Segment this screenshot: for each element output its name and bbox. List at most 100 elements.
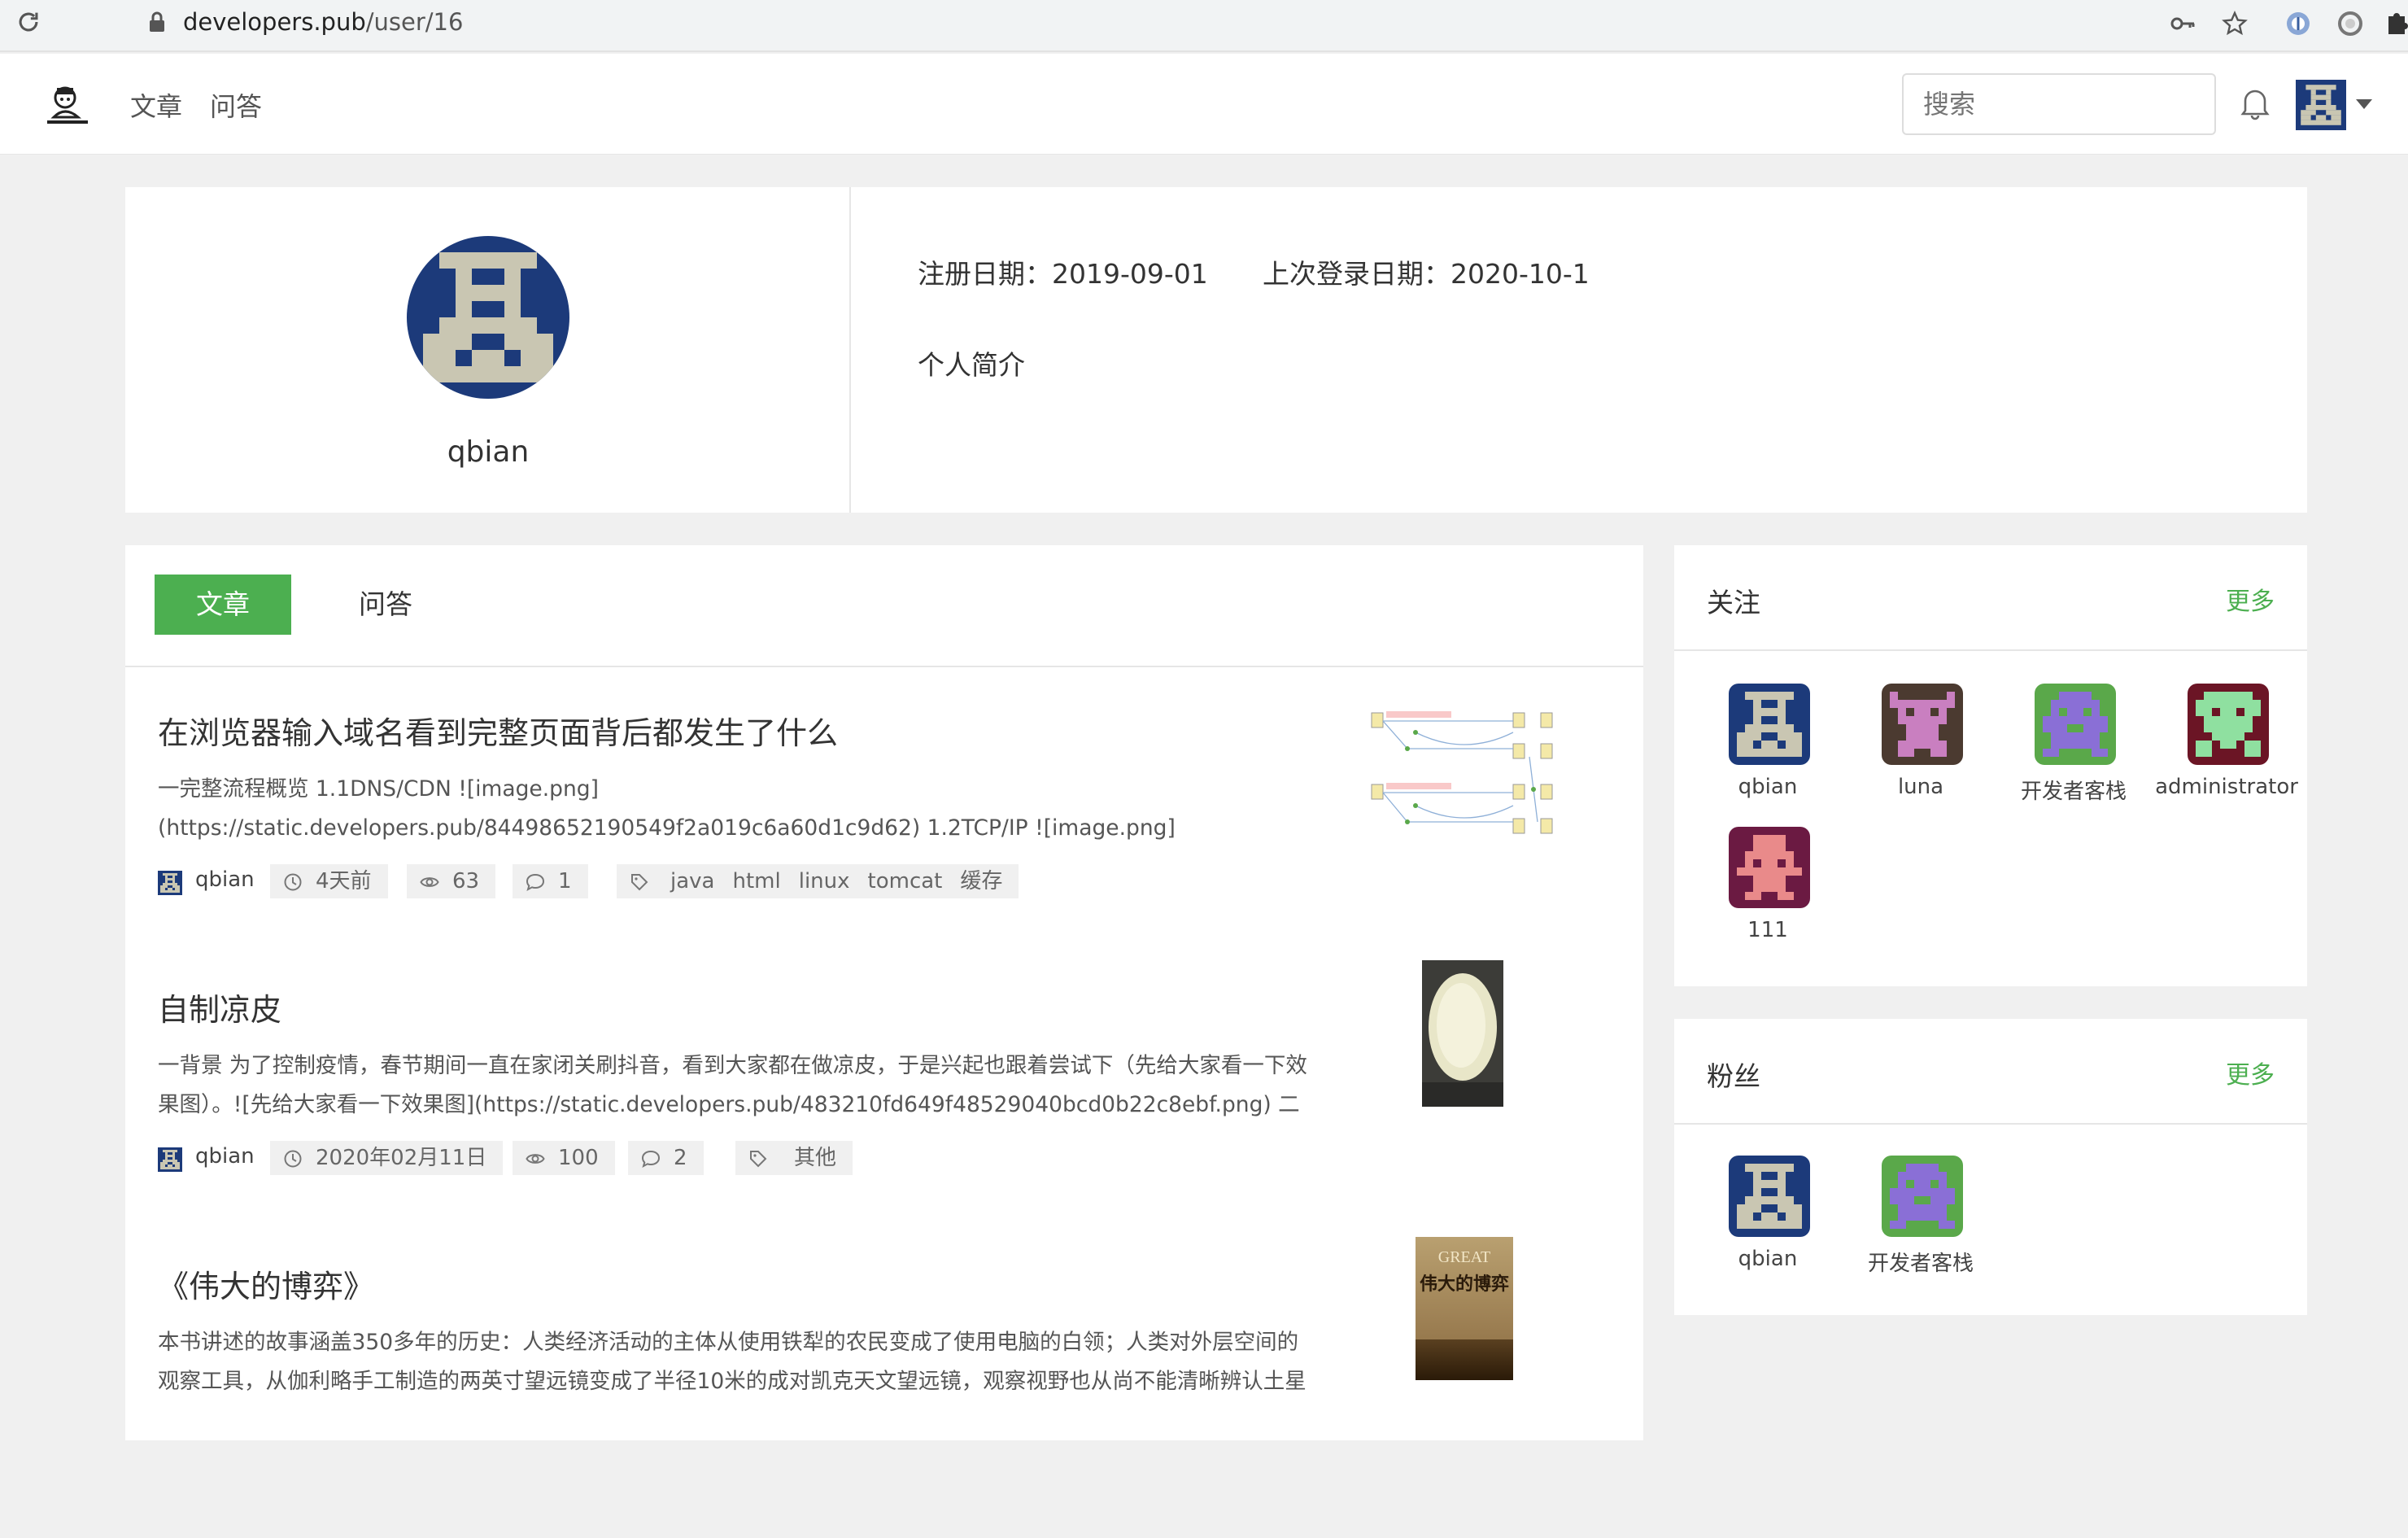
views-badge: 63 — [407, 864, 496, 898]
tag-link[interactable]: 缓存 — [960, 864, 1002, 898]
nav-link-articles[interactable]: 文章 — [130, 86, 182, 124]
user-avatar[interactable] — [2296, 80, 2346, 130]
article-summary: 本书讲述的故事涵盖350多年的历史：人类经济活动的主体从使用铁犁的农民变成了使用… — [158, 1330, 1307, 1394]
author-name[interactable]: qbian — [195, 867, 255, 892]
book-cover[interactable]: GREAT 伟大的博弈 — [1416, 1237, 1513, 1380]
book-cover-title: 伟大的博弈 — [1419, 1274, 1509, 1294]
tag-link[interactable]: tomcat — [868, 864, 943, 898]
following-user[interactable]: qbian — [1690, 684, 1845, 814]
user-avatar[interactable] — [1729, 827, 1810, 908]
article-title[interactable]: 在浏览器输入域名看到完整页面背后都发生了什么 — [158, 708, 838, 753]
article-thumbnail[interactable] — [1367, 708, 1562, 851]
user-avatar[interactable] — [1729, 684, 1810, 765]
time-badge: 2020年02月11日 — [270, 1141, 504, 1175]
comments-count: 1 — [558, 869, 572, 894]
article-title[interactable]: 《伟大的博弈》 — [158, 1261, 374, 1306]
register-date: 注册日期：2019-09-01 — [918, 252, 1208, 291]
user-avatar[interactable] — [2188, 684, 2269, 765]
user-name[interactable]: qbian — [1690, 775, 1845, 799]
nav-link-qa[interactable]: 问答 — [210, 86, 262, 124]
url-path: /user/16 — [365, 8, 464, 36]
time-text: 4天前 — [316, 869, 372, 894]
last-login-date: 上次登录日期：2020-10-1 — [1263, 252, 1590, 291]
user-avatar[interactable] — [2035, 684, 2116, 765]
article-summary: 一背景 为了控制疫情，春节期间一直在家闭关刷抖音，看到大家都在做凉皮，于是兴起也… — [158, 1053, 1307, 1117]
profile-card: qbian 注册日期：2019-09-01 上次登录日期：2020-10-1 个… — [125, 187, 2307, 513]
book-cover-skyline — [1416, 1339, 1513, 1380]
tag-link[interactable]: java — [670, 864, 714, 898]
article-title[interactable]: 自制凉皮 — [158, 985, 281, 1029]
following-user[interactable]: luna — [1843, 684, 1998, 814]
key-icon[interactable] — [2169, 10, 2196, 37]
fan-user[interactable]: 开发者客栈 — [1843, 1156, 1998, 1286]
chevron-down-icon[interactable] — [2356, 99, 2372, 109]
last-login-value: 2020-10-1 — [1450, 258, 1590, 290]
author-avatar[interactable] — [158, 871, 182, 895]
site-header: 文章 问答 — [0, 54, 2408, 155]
comments-count: 2 — [674, 1146, 687, 1170]
profile-identity: qbian — [125, 187, 851, 513]
content-tabs: 文章 问答 — [125, 545, 1643, 667]
fans-card: 粉丝 更多 qbian 开发者客栈 — [1674, 1019, 2307, 1315]
last-login-label: 上次登录日期： — [1263, 258, 1450, 290]
article-thumbnail[interactable] — [1422, 960, 1503, 1107]
tag-icon — [748, 1149, 768, 1169]
register-label: 注册日期： — [918, 258, 1052, 290]
clock-icon — [283, 872, 303, 892]
user-avatar[interactable] — [1882, 684, 1963, 765]
profile-username: qbian — [447, 435, 530, 469]
following-user[interactable]: administrator — [2149, 684, 2304, 814]
register-value: 2019-09-01 — [1052, 258, 1208, 290]
comments-badge[interactable]: 2 — [628, 1141, 704, 1175]
reload-icon[interactable] — [15, 8, 42, 36]
user-name[interactable]: 开发者客栈 — [1843, 1247, 1998, 1277]
lock-icon — [150, 11, 164, 32]
address-bar[interactable]: developers.pub/user/16 — [65, 0, 2148, 46]
comment-icon — [641, 1149, 661, 1169]
user-avatar[interactable] — [1729, 1156, 1810, 1237]
url-host: developers.pub — [183, 8, 366, 36]
following-user[interactable]: 开发者客栈 — [1996, 684, 2151, 814]
user-avatar[interactable] — [1882, 1156, 1963, 1237]
extension-icon[interactable] — [2284, 10, 2312, 37]
fans-more-link[interactable]: 更多 — [2226, 1055, 2275, 1090]
fan-user[interactable]: qbian — [1690, 1156, 1845, 1286]
following-more-link[interactable]: 更多 — [2226, 581, 2275, 617]
browser-toolbar: developers.pub/user/16 — [0, 0, 2408, 52]
profile-bio: 个人简介 — [918, 349, 1025, 381]
profile-avatar — [407, 236, 569, 399]
article-item: 在浏览器输入域名看到完整页面背后都发生了什么 一完整流程概览 1.1DNS/CD… — [125, 708, 1643, 985]
profile-circle-icon[interactable] — [2336, 10, 2364, 37]
fans-header: 粉丝 更多 — [1674, 1019, 2307, 1125]
author-avatar[interactable] — [158, 1147, 182, 1172]
author-name[interactable]: qbian — [195, 1144, 255, 1169]
tab-articles[interactable]: 文章 — [155, 575, 291, 635]
tag-link[interactable]: 其他 — [794, 1141, 836, 1175]
star-icon[interactable] — [2221, 10, 2249, 37]
puzzle-icon[interactable] — [2385, 10, 2408, 37]
user-name[interactable]: 111 — [1690, 918, 1845, 942]
user-name[interactable]: qbian — [1690, 1247, 1845, 1271]
bell-icon[interactable] — [2239, 85, 2271, 120]
tab-qa[interactable]: 问答 — [317, 575, 454, 635]
tags-badge: 其他 — [735, 1141, 853, 1175]
article-item: 自制凉皮 一背景 为了控制疫情，春节期间一直在家闭关刷抖音，看到大家都在做凉皮，… — [125, 960, 1643, 1261]
eye-icon — [526, 1149, 545, 1169]
tag-link[interactable]: html — [732, 864, 780, 898]
site-logo[interactable] — [42, 78, 93, 129]
article-summary: 一完整流程概览 1.1DNS/CDN ![image.png](https://… — [158, 776, 1176, 841]
following-user[interactable]: 111 — [1690, 827, 1845, 957]
following-title: 关注 — [1707, 587, 1760, 618]
tag-link[interactable]: linux — [799, 864, 850, 898]
search-input[interactable] — [1902, 73, 2216, 135]
user-name[interactable]: administrator — [2149, 775, 2304, 799]
tags-badge: java html linux tomcat 缓存 — [617, 864, 1019, 898]
article-item: 《伟大的博弈》 本书讲述的故事涵盖350多年的历史：人类经济活动的主体从使用铁犁… — [125, 1237, 1643, 1538]
url-text: developers.pub/user/16 — [183, 8, 463, 36]
following-card: 关注 更多 qbian luna 开发者客栈 administrator 111 — [1674, 545, 2307, 986]
user-name[interactable]: luna — [1843, 775, 1998, 799]
time-badge: 4天前 — [270, 864, 388, 898]
comment-icon — [526, 872, 545, 892]
comments-badge[interactable]: 1 — [513, 864, 588, 898]
user-name[interactable]: 开发者客栈 — [1996, 775, 2151, 805]
